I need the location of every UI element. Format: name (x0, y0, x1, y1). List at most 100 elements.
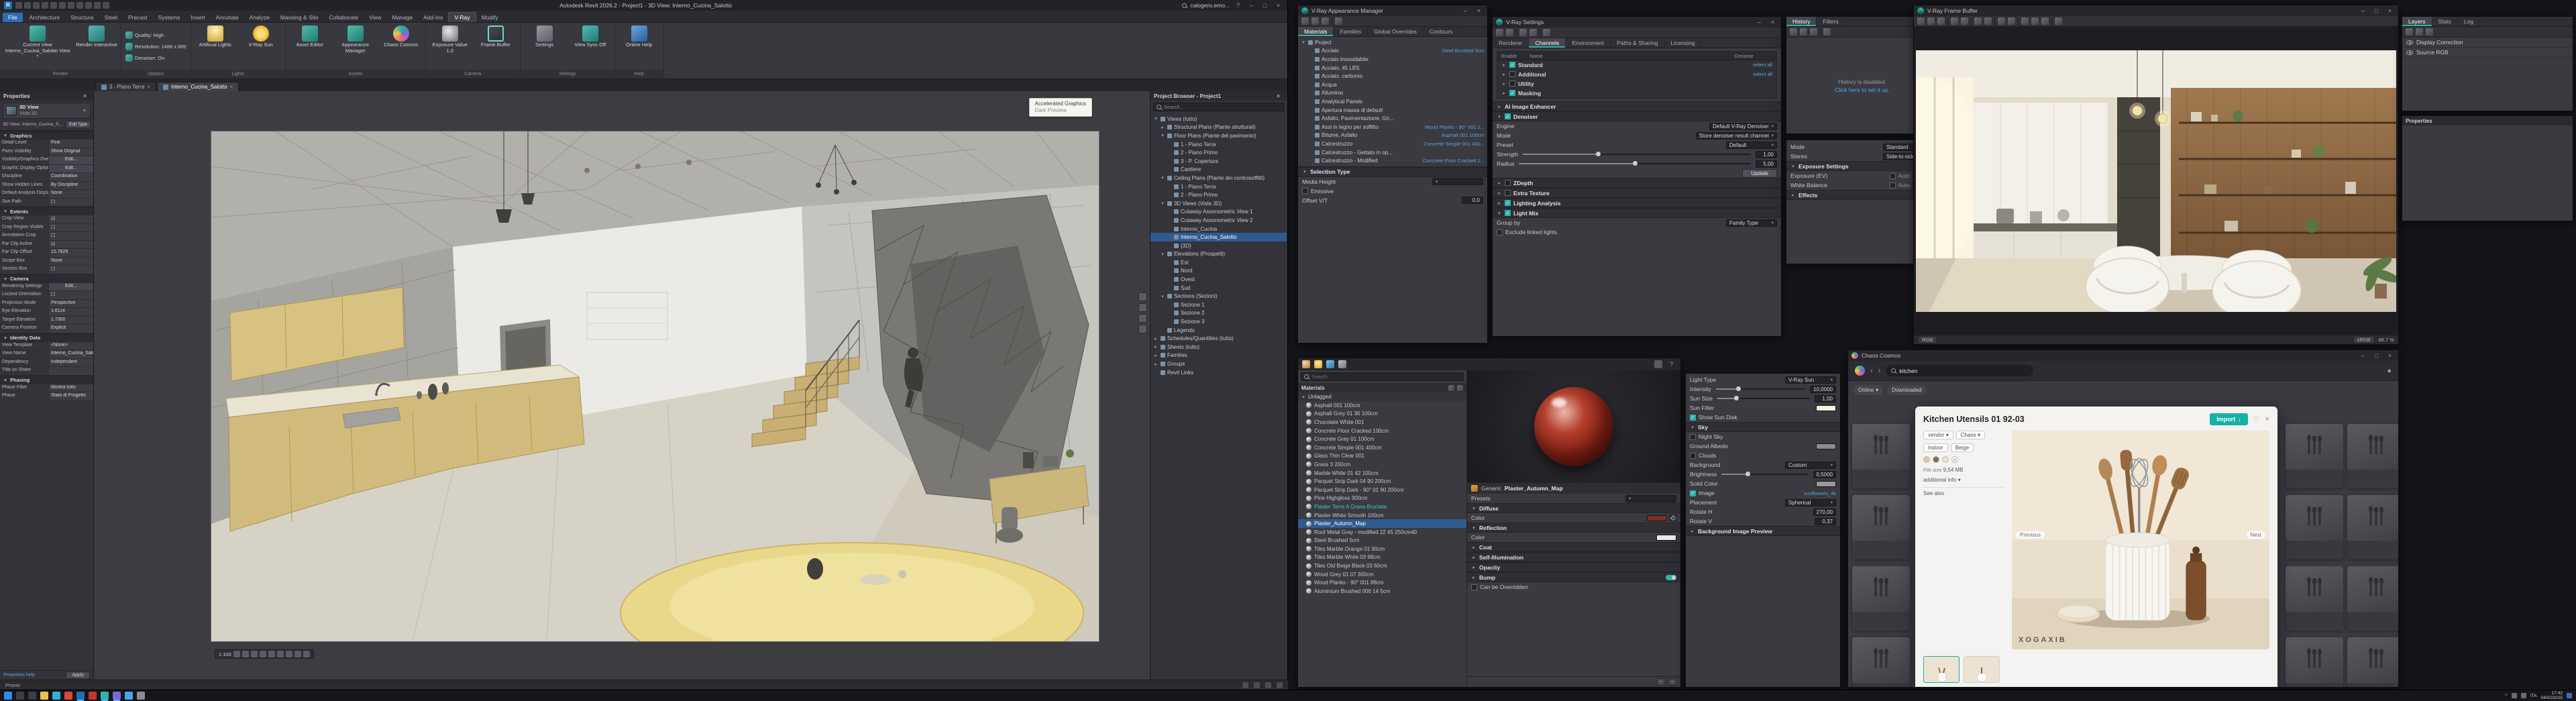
file-explorer-icon[interactable] (40, 692, 48, 700)
drawing-area[interactable]: Accelerated Graphics Dark Preview 1:100 (94, 91, 1150, 680)
ribbon-button-settings[interactable]: Settings (523, 24, 567, 68)
maximize-button[interactable]: □ (2371, 7, 2381, 14)
browser-item-floor-plans-piante-del-pavimento[interactable]: ▾ Floor Plans (Piante del pavimento) (1150, 131, 1287, 140)
material-item-marble-white-01-42-100cm[interactable]: Marble White 01 42 100cm (1298, 469, 1466, 478)
material-item-tiles-old-beige-black-03-60cm[interactable]: Tiles Old Beige Black 03 60cm (1298, 561, 1466, 570)
zoom-icon[interactable] (1138, 314, 1147, 323)
color-swatch[interactable] (1933, 456, 1939, 463)
collapse-all-icon[interactable] (1322, 17, 1329, 25)
clock[interactable]: 17:42 04/02/2025 (2540, 691, 2563, 701)
select-all-link[interactable]: select all (1753, 62, 1772, 68)
filter-online[interactable]: Online ▾ (1854, 385, 1884, 395)
expander-icon[interactable]: ▸ (1501, 62, 1507, 68)
property-sun-path[interactable]: Sun Path ☐ (0, 198, 93, 207)
browser-item-families[interactable]: ▸ Families (1150, 352, 1287, 360)
enable-checkbox[interactable] (1509, 80, 1515, 87)
cosmos-search-input[interactable] (1886, 365, 2034, 376)
apply-button[interactable]: Apply (66, 671, 90, 679)
minimize-button[interactable]: – (1460, 7, 1470, 14)
browser-item-1-piano-terra[interactable]: 1 - Piano Terra (1150, 182, 1287, 191)
appearance-item-calcestruzzo-modified[interactable]: Calcestruzzo - Modified Concrete Floor Cr… (1298, 156, 1487, 165)
expander-icon[interactable]: ▸ (1690, 529, 1695, 534)
property-detail-level[interactable]: Detail Level Fine (0, 140, 93, 148)
settings-update-button[interactable]: Update (1742, 168, 1777, 178)
material-item-wood-grey-01-07-300cm[interactable]: Wood Grey 01 07 300cm (1298, 570, 1466, 579)
material-preview[interactable] (1467, 370, 1680, 483)
edit-type-button[interactable]: Edit Type (66, 121, 91, 128)
delete-layer-icon[interactable] (2426, 28, 2433, 36)
property-crop-view[interactable]: Crop View ☑ (0, 215, 93, 224)
browser-item-cutaway-assonometric-view-2[interactable]: Cutaway Assonometric View 2 (1150, 216, 1287, 225)
vfb-titlebar[interactable]: V-Ray Frame Buffer – □ × (1914, 5, 2398, 16)
expander-icon[interactable]: ▾ (1471, 525, 1477, 531)
cosmos-asset-card[interactable] (1852, 566, 1910, 631)
ribbon-button-artificial-lights[interactable]: Artificial Lights (193, 24, 237, 68)
color-swatch[interactable] (1923, 456, 1930, 463)
channel-select[interactable]: RGB (1918, 336, 1937, 343)
ribbon-button-online-help[interactable]: Online Help (617, 24, 661, 68)
layers-tab-log[interactable]: Log (2458, 17, 2481, 26)
texture-slot-icon[interactable] (1670, 515, 1676, 521)
render-interactive-icon[interactable] (1506, 29, 1513, 36)
property-annotation-crop[interactable]: Annotation Crop ☐ (0, 232, 93, 241)
signed-in-user[interactable]: calogero.emo... (1190, 2, 1230, 9)
reveal-hidden-icon[interactable] (303, 651, 310, 657)
property-discipline[interactable]: Discipline Coordination (0, 173, 93, 182)
material-item-grass-3-200cm[interactable]: Grass 3 200cm (1298, 460, 1466, 469)
close-tab-icon[interactable]: × (230, 84, 233, 90)
vendor-value[interactable]: Chaos ▾ (1955, 431, 1986, 439)
expander-icon[interactable]: ▸ (1790, 193, 1796, 198)
material-item-plaster-terra-a-grana-bruciata[interactable]: Plaster Terra A Grana Bruciata (1298, 502, 1466, 511)
measure-icon[interactable] (59, 2, 66, 9)
light-placement-value[interactable]: Spherical ▾ (1785, 498, 1836, 506)
light-background-value[interactable]: Custom ▾ (1785, 461, 1836, 469)
browser-item-sheets-tutto[interactable]: ▸ Sheets (tutto) (1150, 343, 1287, 352)
close-button[interactable]: × (2385, 7, 2395, 14)
settings-exclude-linked-lights-checkbox[interactable] (1497, 229, 1503, 235)
ribbon-tab-architecture[interactable]: Architecture (24, 13, 65, 22)
redo-icon[interactable] (42, 2, 48, 9)
expander-icon[interactable]: ▾ (1160, 201, 1165, 206)
close-button[interactable]: × (1474, 7, 1484, 14)
expander-icon[interactable]: ▾ (1790, 164, 1796, 169)
material-item-concrete-floor-cracked-100cm[interactable]: Concrete Floor Cracked 100cm (1298, 427, 1466, 435)
minimize-button[interactable]: – (2358, 352, 2368, 359)
settings-mode-value[interactable]: Store denoiser result channel ▾ (1695, 131, 1777, 140)
appearance-item-bitume-asfalto[interactable]: Bitume, Asfalto Asphalt 001 100cm (1298, 131, 1487, 140)
ribbon-button-chaos-cosmos[interactable]: Chaos Cosmos (379, 24, 423, 68)
material-item-parquet-strip-dark-90-01-90-200cm[interactable]: Parquet Strip Dark - 90° 01 90 200cm (1298, 486, 1466, 494)
light-image-link[interactable]: sunflowers_4k (1804, 490, 1836, 496)
material-item-asphalt-001-100cm[interactable]: Asphalt 001 100cm (1298, 401, 1466, 410)
material-color-swatch[interactable] (1656, 534, 1676, 541)
save-settings-icon[interactable] (1519, 29, 1527, 36)
material-item-plaster-white-smooth-100cm[interactable]: Plaster White Smooth 100cm (1298, 511, 1466, 520)
render-icon[interactable] (1496, 29, 1503, 36)
save-image-icon[interactable] (1917, 17, 1925, 25)
task-view-button[interactable] (28, 692, 36, 700)
cosmos-asset-card[interactable] (2347, 566, 2398, 631)
expander-icon[interactable]: ▾ (1160, 133, 1165, 138)
geometry-tab-icon[interactable] (1326, 360, 1334, 368)
expander-icon[interactable]: ▸ (1471, 575, 1477, 580)
ribbon-tab-modify[interactable]: Modify (476, 13, 504, 22)
appearance-emissive-checkbox[interactable] (1302, 188, 1308, 195)
browser-item-schedules-quantities-tutto[interactable]: ▸ Schedules/Quantities (tutto) (1150, 334, 1287, 343)
expander-icon[interactable]: ▸ (1497, 180, 1502, 186)
settings-titlebar[interactable]: V-Ray Settings – × (1493, 17, 1781, 28)
cosmos-asset-card[interactable] (2286, 424, 2343, 488)
close-icon[interactable]: × (1273, 93, 1283, 99)
browser-item-sezione-2[interactable]: Sezione 2 (1150, 309, 1287, 318)
undo-icon[interactable] (33, 2, 40, 9)
expander-icon[interactable]: ▸ (1471, 545, 1477, 550)
design-options-icon[interactable] (1254, 682, 1260, 688)
close-icon[interactable]: × (80, 93, 90, 99)
light-show-sun-disk[interactable]: Show Sun Disk (1686, 413, 1840, 422)
expander-icon[interactable]: ▸ (1501, 81, 1507, 87)
ribbon-tab-structure[interactable]: Structure (65, 13, 99, 22)
ribbon-button-render-interactive[interactable]: Render Interactive (74, 24, 119, 68)
crop-region-icon[interactable] (276, 651, 284, 657)
material-item-tiles-marble-white-03-98cm[interactable]: Tiles Marble White 03 98cm (1298, 553, 1466, 562)
appearance-tab-families[interactable]: Families (1334, 27, 1368, 36)
expand-all-icon[interactable] (1311, 17, 1319, 25)
expander-icon[interactable]: ▾ (1153, 116, 1159, 121)
